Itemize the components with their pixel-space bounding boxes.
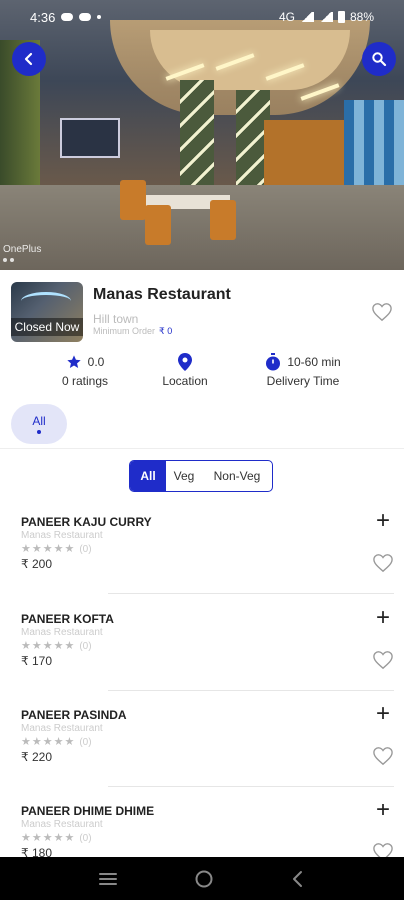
- heart-icon: [373, 651, 393, 670]
- menu-item-rating-count: (0): [79, 833, 92, 844]
- back-arrow-icon: [24, 52, 33, 66]
- menu-item-restaurant: Manas Restaurant: [21, 819, 103, 830]
- item-divider: [108, 786, 394, 787]
- status-bar: 4:36 4G 88%: [0, 0, 404, 34]
- restaurant-area: Hill town: [93, 312, 139, 326]
- veg-filter-segmented-control: All Veg Non-Veg: [129, 460, 273, 492]
- add-item-button[interactable]: +: [376, 702, 390, 726]
- signal-icon-2: [318, 12, 333, 22]
- menu-item-price: ₹ 180: [21, 846, 52, 857]
- stopwatch-icon: [266, 353, 281, 371]
- location-label: Location: [162, 374, 208, 388]
- menu-item-name: PANEER PASINDA: [21, 708, 127, 722]
- battery-level: 88%: [349, 10, 374, 24]
- menu-item-restaurant: Manas Restaurant: [21, 627, 103, 638]
- favorite-item-button[interactable]: [372, 553, 394, 578]
- menu-item-price: ₹ 170: [21, 654, 52, 668]
- selected-indicator: [37, 430, 41, 434]
- menu-item-name: PANEER KAJU CURRY: [21, 515, 152, 529]
- menu-item-price: ₹ 220: [21, 750, 52, 764]
- location-pin-icon: [178, 353, 192, 371]
- cloud-icon: [79, 13, 92, 21]
- home-icon[interactable]: [194, 869, 214, 889]
- menu-item-rating-count: (0): [79, 641, 92, 652]
- menu-item[interactable]: PANEER KOFTA Manas Restaurant ★★★★★ (0) ₹…: [0, 606, 404, 708]
- menu-item-restaurant: Manas Restaurant: [21, 723, 103, 734]
- minimum-order-value: ₹ 0: [159, 326, 173, 336]
- restaurant-info: Closed Now Manas Restaurant Hill town Mi…: [11, 282, 395, 344]
- closed-status-label: Closed Now: [11, 318, 83, 336]
- favorite-item-button[interactable]: [372, 746, 394, 771]
- menu-item[interactable]: PANEER PASINDA Manas Restaurant ★★★★★ (0)…: [0, 702, 404, 804]
- signal-icon: [299, 12, 314, 22]
- battery-icon: [337, 11, 345, 23]
- minimum-order: Minimum Order ₹ 0: [93, 326, 172, 337]
- favorite-item-button[interactable]: [372, 842, 394, 857]
- rating-stat: 0.0 0 ratings: [55, 352, 115, 388]
- menu-item-rating: ★★★★★ (0): [21, 832, 92, 844]
- image-pager-dots: [3, 258, 14, 262]
- restaurant-stats: 0.0 0 ratings Location 10-60 min Deliver…: [0, 352, 404, 392]
- minimum-order-label: Minimum Order: [93, 326, 156, 336]
- system-back-icon[interactable]: [290, 870, 306, 888]
- filter-all[interactable]: All: [130, 461, 166, 491]
- rating-value: 0.0: [87, 355, 105, 369]
- favorite-restaurant-button[interactable]: [371, 302, 393, 327]
- heart-icon: [373, 843, 393, 857]
- system-navigation-bar: [0, 857, 404, 900]
- search-icon: [372, 52, 387, 67]
- search-button[interactable]: [362, 42, 396, 76]
- filter-veg[interactable]: Veg: [166, 461, 202, 491]
- menu-item-price: ₹ 200: [21, 557, 52, 571]
- section-divider: [0, 448, 404, 449]
- restaurant-hero-image: OnePlus: [0, 0, 404, 270]
- status-time: 4:36: [30, 9, 56, 25]
- item-divider: [108, 593, 394, 594]
- favorite-item-button[interactable]: [372, 650, 394, 675]
- delivery-time-value: 10-60 min: [287, 355, 341, 369]
- camera-watermark: OnePlus: [3, 244, 42, 255]
- delivery-time-label: Delivery Time: [266, 374, 340, 388]
- more-notifications-icon: [97, 15, 102, 19]
- menu-item-rating: ★★★★★ (0): [21, 736, 92, 748]
- back-button[interactable]: [12, 42, 46, 76]
- menu-item-rating: ★★★★★ (0): [21, 640, 92, 652]
- category-chip-all[interactable]: All: [11, 404, 67, 444]
- add-item-button[interactable]: +: [376, 804, 390, 822]
- item-divider: [108, 690, 394, 691]
- restaurant-thumbnail: Closed Now: [11, 282, 83, 342]
- menu-item-rating-count: (0): [79, 544, 92, 555]
- filter-non-veg[interactable]: Non-Veg: [202, 461, 272, 491]
- delivery-stat: 10-60 min Delivery Time: [258, 352, 348, 388]
- menu-item[interactable]: PANEER KAJU CURRY Manas Restaurant ★★★★★…: [0, 509, 404, 611]
- add-item-button[interactable]: +: [376, 509, 390, 533]
- add-item-button[interactable]: +: [376, 606, 390, 630]
- heart-icon: [373, 747, 393, 766]
- menu-item-rating-count: (0): [79, 737, 92, 748]
- star-icon: [66, 355, 81, 368]
- category-chip-label: All: [32, 414, 46, 428]
- location-stat[interactable]: Location: [155, 352, 215, 388]
- menu-item-rating: ★★★★★ (0): [21, 543, 92, 555]
- notification-icon: [61, 13, 74, 21]
- menu-item-name: PANEER DHIME DHIME: [21, 804, 155, 818]
- menu-item[interactable]: PANEER DHIME DHIME Manas Restaurant ★★★★…: [0, 804, 404, 857]
- recent-apps-icon[interactable]: [98, 871, 118, 887]
- menu-item-restaurant: Manas Restaurant: [21, 530, 103, 541]
- restaurant-name: Manas Restaurant: [93, 286, 231, 303]
- heart-icon: [372, 303, 392, 322]
- rating-count: 0 ratings: [61, 374, 109, 388]
- menu-item-name: PANEER KOFTA: [21, 612, 114, 626]
- heart-icon: [373, 554, 393, 573]
- network-type: 4G: [278, 10, 295, 24]
